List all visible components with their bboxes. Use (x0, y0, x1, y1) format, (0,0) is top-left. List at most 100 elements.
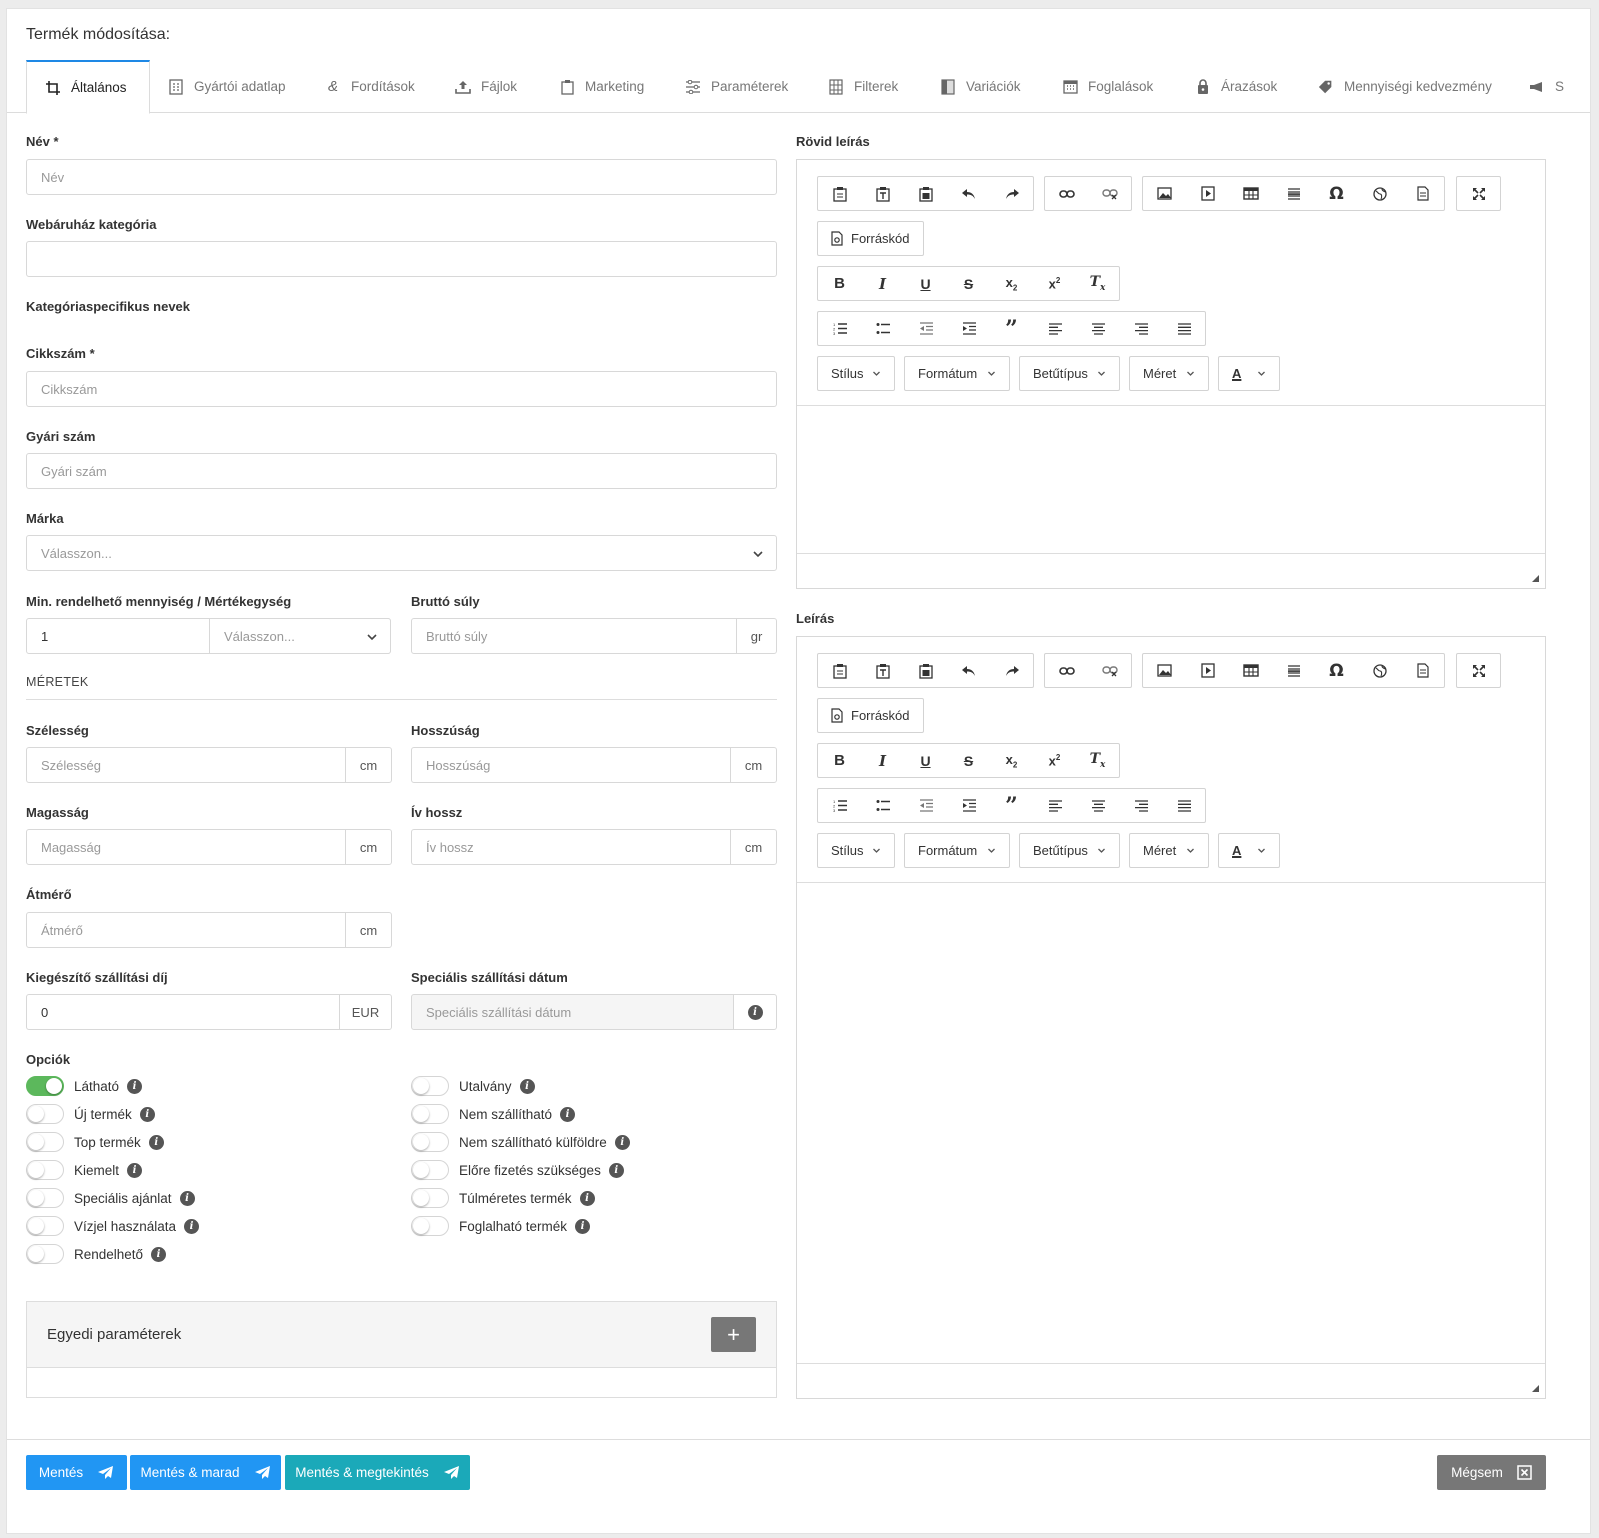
unit-select[interactable]: Válasszon... (209, 618, 391, 654)
special-date-info[interactable]: i (733, 995, 776, 1029)
align-center-button[interactable] (1076, 789, 1119, 822)
option-foglalhato[interactable]: Foglalható termék i (411, 1215, 591, 1237)
special-char-button[interactable]: Ω (1315, 177, 1358, 210)
factory-number-input[interactable]: Gyári szám (26, 453, 777, 489)
paste-word-button[interactable] (904, 654, 947, 687)
numbered-list-button[interactable]: 123 (818, 789, 861, 822)
bullet-list-button[interactable] (861, 789, 904, 822)
clear-format-button[interactable]: Tx (1076, 744, 1119, 777)
iframe-button[interactable] (1358, 177, 1401, 210)
italic-button[interactable]: I (861, 744, 904, 777)
bold-button[interactable]: B (818, 267, 861, 300)
toggle-switch[interactable] (411, 1160, 449, 1180)
align-right-button[interactable] (1119, 789, 1162, 822)
info-icon[interactable]: i (127, 1162, 143, 1178)
paste-word-button[interactable] (904, 177, 947, 210)
tab-mennyisegi-kedvezmeny[interactable]: Mennyiségi kedvezmény (1300, 60, 1510, 113)
toggle-switch[interactable] (411, 1132, 449, 1152)
iframe-button[interactable] (1358, 654, 1401, 687)
toggle-switch[interactable] (26, 1076, 64, 1096)
superscript-button[interactable]: x2 (1033, 744, 1076, 777)
video-button[interactable] (1186, 177, 1229, 210)
special-char-button[interactable]: Ω (1315, 654, 1358, 687)
tab-forditasok[interactable]: & Fordítások (307, 60, 433, 113)
add-param-button[interactable]: + (711, 1317, 756, 1352)
indent-button[interactable] (947, 312, 990, 345)
option-elore-fizetes[interactable]: Előre fizetés szükséges i (411, 1159, 624, 1181)
combo-0[interactable]: Stílus (817, 833, 895, 868)
paste-text-button[interactable] (861, 654, 904, 687)
link-button[interactable] (1045, 177, 1088, 210)
info-icon[interactable]: i (614, 1134, 630, 1150)
combo-1[interactable]: Formátum (904, 833, 1010, 868)
redo-button[interactable] (990, 654, 1033, 687)
save-button[interactable]: Mentés (26, 1455, 127, 1490)
page-break-button[interactable] (1401, 654, 1444, 687)
horizontal-rule-button[interactable] (1272, 654, 1315, 687)
table-button[interactable] (1229, 177, 1272, 210)
combo-3[interactable]: Méret (1129, 356, 1209, 391)
toggle-switch[interactable] (26, 1104, 64, 1124)
brand-select[interactable]: Válasszon... (26, 535, 777, 571)
link-button[interactable] (1045, 654, 1088, 687)
sku-input[interactable]: Cikkszám (26, 371, 777, 407)
align-right-button[interactable] (1119, 312, 1162, 345)
save-view-button[interactable]: Mentés & megtekintés (285, 1455, 470, 1490)
tab-variaciok[interactable]: Variációk (922, 60, 1039, 113)
indent-button[interactable] (947, 789, 990, 822)
outdent-button[interactable] (904, 312, 947, 345)
info-icon[interactable]: i (575, 1218, 591, 1234)
toggle-switch[interactable] (26, 1132, 64, 1152)
undo-button[interactable] (947, 654, 990, 687)
info-icon[interactable]: i (579, 1190, 595, 1206)
toggle-switch[interactable] (411, 1188, 449, 1208)
tab-foglalasok[interactable]: Foglalások (1044, 60, 1171, 113)
width-input[interactable]: Szélesség cm (26, 747, 392, 783)
combo-3[interactable]: Méret (1129, 833, 1209, 868)
italic-button[interactable]: I (861, 267, 904, 300)
horizontal-rule-button[interactable] (1272, 177, 1315, 210)
unlink-button[interactable] (1088, 177, 1131, 210)
gross-weight-input[interactable]: Bruttó súly gr (411, 618, 777, 654)
combo-2[interactable]: Betűtípus (1019, 833, 1120, 868)
name-input[interactable]: Név (26, 159, 777, 195)
tab-altalanos[interactable]: Általános (26, 60, 150, 114)
height-input[interactable]: Magasság cm (26, 829, 392, 865)
align-justify-button[interactable] (1162, 312, 1205, 345)
toggle-switch[interactable] (26, 1244, 64, 1264)
underline-button[interactable]: U (904, 267, 947, 300)
redo-button[interactable] (990, 177, 1033, 210)
subscript-button[interactable]: x2 (990, 744, 1033, 777)
paste-button[interactable] (818, 654, 861, 687)
align-left-button[interactable] (1033, 312, 1076, 345)
info-icon[interactable]: i (560, 1106, 576, 1122)
resize-handle-icon[interactable] (1532, 1385, 1539, 1392)
extra-shipping-input[interactable]: 0 EUR (26, 994, 392, 1030)
tab-more[interactable]: S (1511, 60, 1582, 113)
option-kiemelt[interactable]: Kiemelt i (26, 1159, 143, 1181)
resize-handle-icon[interactable] (1532, 575, 1539, 582)
toggle-switch[interactable] (26, 1160, 64, 1180)
info-icon[interactable]: i (179, 1190, 195, 1206)
option-tulmeretes[interactable]: Túlméretes termék i (411, 1187, 595, 1209)
source-code-button[interactable]: Forráskód (817, 221, 924, 256)
tab-fajlok[interactable]: Fájlok (437, 60, 535, 113)
info-icon[interactable]: i (151, 1246, 167, 1262)
diameter-input[interactable]: Átmérő cm (26, 912, 392, 948)
option-vizjel[interactable]: Vízjel használata i (26, 1215, 200, 1237)
info-icon[interactable]: i (608, 1162, 624, 1178)
text-color-button[interactable]: A (1218, 833, 1280, 868)
option-utalvany[interactable]: Utalvány i (411, 1075, 535, 1097)
toggle-switch[interactable] (26, 1188, 64, 1208)
clear-format-button[interactable]: Tx (1076, 267, 1119, 300)
info-icon[interactable]: i (139, 1106, 155, 1122)
image-button[interactable] (1143, 654, 1186, 687)
blockquote-button[interactable]: ” (990, 789, 1033, 822)
special-date-input[interactable]: Speciális szállítási dátum i (411, 994, 777, 1030)
combo-2[interactable]: Betűtípus (1019, 356, 1120, 391)
bullet-list-button[interactable] (861, 312, 904, 345)
tab-parameterek[interactable]: Paraméterek (667, 60, 806, 113)
editor-content[interactable] (797, 882, 1545, 1363)
info-icon[interactable]: i (519, 1078, 535, 1094)
align-justify-button[interactable] (1162, 789, 1205, 822)
